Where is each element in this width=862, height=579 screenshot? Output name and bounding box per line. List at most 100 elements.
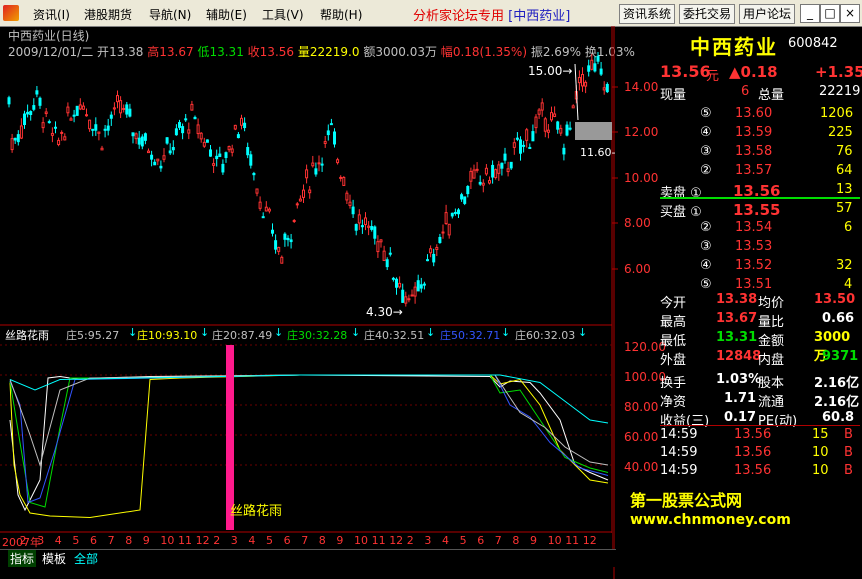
candle-body — [354, 224, 358, 231]
candle-body — [119, 100, 123, 114]
candle-body — [426, 259, 429, 262]
candle-body — [249, 154, 253, 166]
stat-label: 股本 — [758, 376, 785, 391]
candle-body — [596, 55, 600, 62]
candle-body — [150, 154, 154, 160]
candle-body — [333, 131, 336, 145]
ask-price: 13.57 — [735, 163, 773, 178]
date-tick: 9 — [336, 534, 344, 547]
indicator-line — [9, 374, 609, 424]
bid-price: 13.55 — [733, 201, 781, 219]
candle-body — [351, 206, 355, 215]
ask-label: ③ — [700, 144, 712, 159]
candle-body — [271, 229, 274, 234]
candle-body — [488, 180, 491, 184]
candle-body — [162, 155, 166, 160]
candle-body — [209, 149, 212, 157]
candle-body — [246, 147, 250, 156]
candle-body — [382, 250, 386, 261]
candle-body — [481, 182, 485, 186]
candle-body — [94, 124, 98, 131]
candle-body — [26, 111, 30, 115]
candle-body — [565, 124, 569, 136]
candle-body — [243, 122, 247, 129]
tab-template[interactable]: 模板 — [40, 550, 68, 567]
candle-body — [47, 121, 51, 124]
candle-body — [109, 114, 113, 119]
candle-body — [190, 103, 194, 111]
stat-label: 量比 — [758, 315, 785, 330]
candle-body — [32, 105, 36, 110]
stock-code: 600842 — [788, 36, 838, 51]
candle-body — [199, 132, 203, 140]
candle-body — [63, 136, 67, 141]
candle-body — [274, 240, 278, 250]
candle-body — [106, 125, 110, 131]
candle-body — [519, 139, 522, 154]
candle-body — [193, 116, 197, 120]
indicator-name[interactable]: 丝路花雨 — [5, 327, 49, 343]
candle-body — [233, 124, 237, 130]
candle-body — [599, 68, 603, 75]
candle-body — [298, 198, 302, 202]
tick-time: 14:59 — [660, 463, 698, 478]
candle-body — [584, 81, 588, 87]
date-tick: 4 — [248, 534, 256, 547]
candle-body — [460, 194, 464, 200]
date-tick: 2 — [406, 534, 414, 547]
stat-value: 9371 — [822, 349, 859, 364]
stat-row: 外盘 12848 内盘 9371 — [616, 349, 862, 369]
candle-body — [550, 112, 553, 121]
tab-indicator[interactable]: 指标 — [8, 550, 37, 567]
candle-body — [515, 137, 519, 140]
candle-body — [367, 225, 371, 228]
tick-price: 13.56 — [734, 445, 772, 460]
indicator-value: 庄60:32.03 — [515, 329, 576, 342]
ask-volume: 225 — [828, 125, 853, 140]
candle-body — [252, 172, 256, 176]
candle-body — [528, 147, 532, 150]
stat-value: 13.38 — [716, 292, 758, 307]
candle-body — [171, 147, 175, 151]
date-tick: 9 — [142, 534, 150, 547]
date-tick: 8 — [125, 534, 133, 547]
candle-body — [444, 212, 448, 225]
candle-body — [221, 163, 225, 173]
date-tick: 11 — [371, 534, 386, 547]
candle-body — [577, 76, 581, 84]
candle-body — [525, 129, 529, 141]
candle-body — [16, 134, 20, 143]
date-tick: 4 — [442, 534, 449, 547]
tick-volume: 15 — [812, 427, 829, 442]
indicator-watermark: 丝路花雨 — [230, 504, 283, 519]
candle-body — [97, 131, 101, 134]
candle-body — [103, 128, 107, 131]
ad-banner: 第一股票公式网 www.chnmoney.com — [620, 484, 860, 564]
candle-body — [305, 169, 309, 179]
candle-body — [125, 104, 129, 115]
price-marker-box — [575, 122, 612, 140]
candle-body — [227, 146, 231, 151]
candle-body — [85, 114, 88, 117]
ask-volume: 13 — [836, 182, 853, 197]
tab-all[interactable]: 全部 — [72, 550, 100, 567]
candle-body — [292, 219, 296, 222]
stat-value: 1.03% — [716, 372, 762, 387]
stat-label: 最高 — [660, 315, 687, 330]
candle-body — [466, 186, 470, 195]
date-tick: 2 — [213, 534, 221, 547]
ask-volume: 64 — [836, 163, 853, 178]
date-tick: 10 — [547, 534, 562, 547]
candle-body — [388, 252, 392, 255]
stat-value: 13.67 — [716, 311, 758, 326]
candle-body — [506, 168, 510, 173]
candle-body — [385, 259, 389, 268]
date-tick: 5 — [266, 534, 273, 547]
change-pct: +1.35 — [815, 63, 862, 81]
tick-volume: 10 — [812, 445, 829, 460]
stat-value: 0.66 — [822, 311, 855, 326]
candle-body — [556, 121, 560, 130]
candle-body — [401, 289, 405, 303]
date-tick: 8 — [512, 534, 520, 547]
candle-body — [122, 107, 126, 110]
